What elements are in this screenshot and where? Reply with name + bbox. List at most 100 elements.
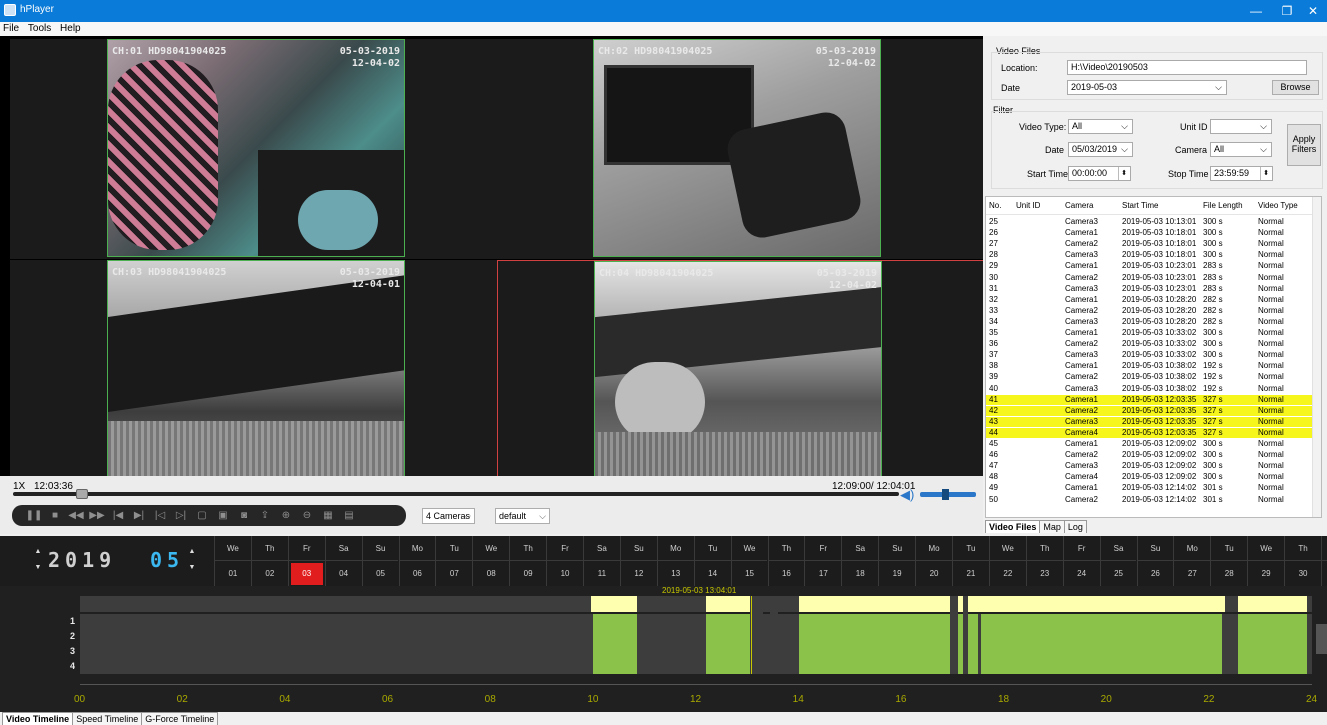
- calendar-day[interactable]: Sa 04: [324, 536, 362, 586]
- camera-feed-4[interactable]: CH:04 HD98041904025 05-03-2019 12-04-02: [594, 261, 882, 478]
- zoom-out-icon[interactable]: ⊖: [297, 510, 317, 521]
- calendar-day-number[interactable]: 05: [365, 563, 397, 585]
- calendar-day-number[interactable]: 09: [512, 563, 544, 585]
- settings-icon[interactable]: ▤: [339, 510, 359, 521]
- speaker-icon[interactable]: ◀): [900, 487, 914, 503]
- table-row[interactable]: 33 Camera2 2019-05-03 10:28:20 282 s Normal: [986, 306, 1321, 317]
- calendar-day-number[interactable]: 23: [1029, 563, 1061, 585]
- table-row[interactable]: 50 Camera2 2019-05-03 12:14:02 301 s Normal: [986, 495, 1321, 506]
- calendar-day[interactable]: Tu 07: [435, 536, 473, 586]
- recording-segment[interactable]: [593, 629, 637, 644]
- calendar-day[interactable]: Fr 03: [287, 536, 325, 586]
- recording-segment[interactable]: [980, 659, 1223, 674]
- snapshot-icon[interactable]: ▣: [213, 510, 233, 521]
- recording-segment[interactable]: [980, 629, 1223, 644]
- tab-map[interactable]: Map: [1039, 520, 1065, 533]
- table-row[interactable]: 48 Camera4 2019-05-03 12:09:02 300 s Normal: [986, 472, 1321, 483]
- event-segment[interactable]: [798, 596, 1225, 612]
- table-row[interactable]: 46 Camera2 2019-05-03 12:09:02 300 s Normal: [986, 450, 1321, 461]
- calendar-day[interactable]: Th 16: [767, 536, 805, 586]
- timeline-cursor[interactable]: [750, 596, 752, 674]
- export-icon[interactable]: ⇪: [255, 510, 275, 521]
- col-start-time[interactable]: Start Time: [1122, 197, 1158, 215]
- camera-mode-select[interactable]: 4 Cameras ⌵: [422, 508, 475, 524]
- calendar-day[interactable]: Fr 24: [1062, 536, 1100, 586]
- calendar-day-number[interactable]: 06: [402, 563, 434, 585]
- table-row[interactable]: 36 Camera2 2019-05-03 10:33:02 300 s Normal: [986, 339, 1321, 350]
- timeline-lane[interactable]: [80, 644, 1312, 659]
- pause-icon[interactable]: ❚❚: [24, 510, 44, 521]
- camera-select[interactable]: All ⌵: [1210, 142, 1272, 157]
- year-spinner[interactable]: ▲ ▼: [32, 544, 44, 578]
- col-camera[interactable]: Camera: [1065, 197, 1093, 215]
- table-row[interactable]: 30 Camera2 2019-05-03 10:23:01 283 s Normal: [986, 273, 1321, 284]
- calendar-day-number[interactable]: 21: [955, 563, 987, 585]
- col-unit-id[interactable]: Unit ID: [1016, 197, 1040, 215]
- timeline-lane[interactable]: [80, 614, 1312, 629]
- calendar-day[interactable]: Mo 20: [915, 536, 952, 586]
- prev-file-icon[interactable]: |◀: [108, 510, 128, 521]
- camera-feed-1[interactable]: CH:01 HD98041904025 05-03-2019 12-04-02: [107, 39, 405, 257]
- calendar-day[interactable]: Mo 27: [1173, 536, 1211, 586]
- table-row[interactable]: 39 Camera2 2019-05-03 10:38:02 192 s Normal: [986, 372, 1321, 383]
- playback-slider-knob[interactable]: [76, 489, 88, 499]
- calendar-day[interactable]: We 22: [988, 536, 1026, 586]
- calendar-day-number[interactable]: 02: [254, 563, 286, 585]
- event-segment[interactable]: [590, 596, 637, 612]
- recording-segment[interactable]: [1237, 644, 1307, 659]
- calendar-day-number[interactable]: 12: [623, 563, 655, 585]
- table-row[interactable]: 25 Camera3 2019-05-03 10:13:01 300 s Normal: [986, 217, 1321, 228]
- table-row[interactable]: 45 Camera1 2019-05-03 12:09:02 300 s Normal: [986, 439, 1321, 450]
- recording-segment[interactable]: [1237, 614, 1307, 629]
- camera-feed-2[interactable]: CH:02 HD98041904025 05-03-2019 12-04-02: [593, 39, 881, 257]
- calendar-day[interactable]: We 08: [472, 536, 510, 586]
- calendar-day-number[interactable]: 17: [807, 563, 839, 585]
- camera-feed-3[interactable]: CH:03 HD98041904025 05-03-2019 12-04-01: [107, 260, 405, 477]
- calendar-day[interactable]: Fr 17: [804, 536, 842, 586]
- spinner-icon[interactable]: ⬍: [1260, 167, 1271, 180]
- col-no[interactable]: No.: [989, 197, 1001, 215]
- tab-video-files[interactable]: Video Files: [985, 520, 1041, 533]
- calendar-day-number[interactable]: 22: [992, 563, 1024, 585]
- col-file-length[interactable]: File Length: [1203, 197, 1243, 215]
- calendar-day[interactable]: Mo 06: [398, 536, 436, 586]
- recording-segment[interactable]: [706, 614, 753, 629]
- calendar-day-number[interactable]: 10: [549, 563, 581, 585]
- calendar-day-number[interactable]: 15: [734, 563, 766, 585]
- browse-button[interactable]: Browse: [1272, 80, 1319, 95]
- tab-gforce-timeline[interactable]: G-Force Timeline: [141, 712, 219, 725]
- calendar-day[interactable]: Th 23: [1025, 536, 1063, 586]
- calendar-day[interactable]: Sa 25: [1099, 536, 1137, 586]
- calendar-day[interactable]: Sa 18: [841, 536, 879, 586]
- menu-help[interactable]: Help: [57, 22, 84, 36]
- calendar-day[interactable]: Su 12: [619, 536, 657, 586]
- calendar-day[interactable]: Tu 28: [1210, 536, 1248, 586]
- table-row[interactable]: 26 Camera1 2019-05-03 10:18:01 300 s Normal: [986, 228, 1321, 239]
- table-row[interactable]: 31 Camera3 2019-05-03 10:23:01 283 s Normal: [986, 284, 1321, 295]
- rewind-icon[interactable]: ◀◀: [66, 510, 86, 521]
- recording-segment[interactable]: [593, 659, 637, 674]
- tab-video-timeline[interactable]: Video Timeline: [2, 712, 74, 725]
- tab-speed-timeline[interactable]: Speed Timeline: [72, 712, 143, 725]
- calendar-day[interactable]: We 29: [1247, 536, 1285, 586]
- table-row[interactable]: 35 Camera1 2019-05-03 10:33:02 300 s Normal: [986, 328, 1321, 339]
- timeline-lane[interactable]: [80, 659, 1312, 674]
- table-row[interactable]: 28 Camera3 2019-05-03 10:18:01 300 s Normal: [986, 250, 1321, 261]
- stop-icon[interactable]: ■: [45, 510, 65, 521]
- calendar-day[interactable]: Sa 11: [583, 536, 620, 586]
- video-timeline[interactable]: 2019-05-03 13:04:01 1234 00 02 04 06 08 10 12 1…: [0, 586, 1327, 712]
- stop-time-field[interactable]: 23:59:59 ⬍: [1210, 166, 1273, 181]
- table-row[interactable]: 38 Camera1 2019-05-03 10:38:02 192 s Normal: [986, 361, 1321, 372]
- volume-knob[interactable]: [942, 489, 949, 500]
- recording-segment[interactable]: [1237, 659, 1307, 674]
- recording-segment[interactable]: [1237, 629, 1307, 644]
- table-row[interactable]: 40 Camera3 2019-05-03 10:38:02 192 s Normal: [986, 384, 1321, 395]
- video-cell-4[interactable]: CH:04 HD98041904025 05-03-2019 12-04-02: [497, 260, 988, 480]
- table-row[interactable]: 37 Camera3 2019-05-03 10:33:02 300 s Normal: [986, 350, 1321, 361]
- calendar-day-number[interactable]: 14: [697, 563, 729, 585]
- recording-segment[interactable]: [593, 644, 637, 659]
- table-row[interactable]: 32 Camera1 2019-05-03 10:28:20 282 s Normal: [986, 295, 1321, 306]
- calendar-day[interactable]: Su 05: [361, 536, 399, 586]
- table-scrollbar[interactable]: [1312, 197, 1321, 517]
- recording-segment[interactable]: [980, 614, 1223, 629]
